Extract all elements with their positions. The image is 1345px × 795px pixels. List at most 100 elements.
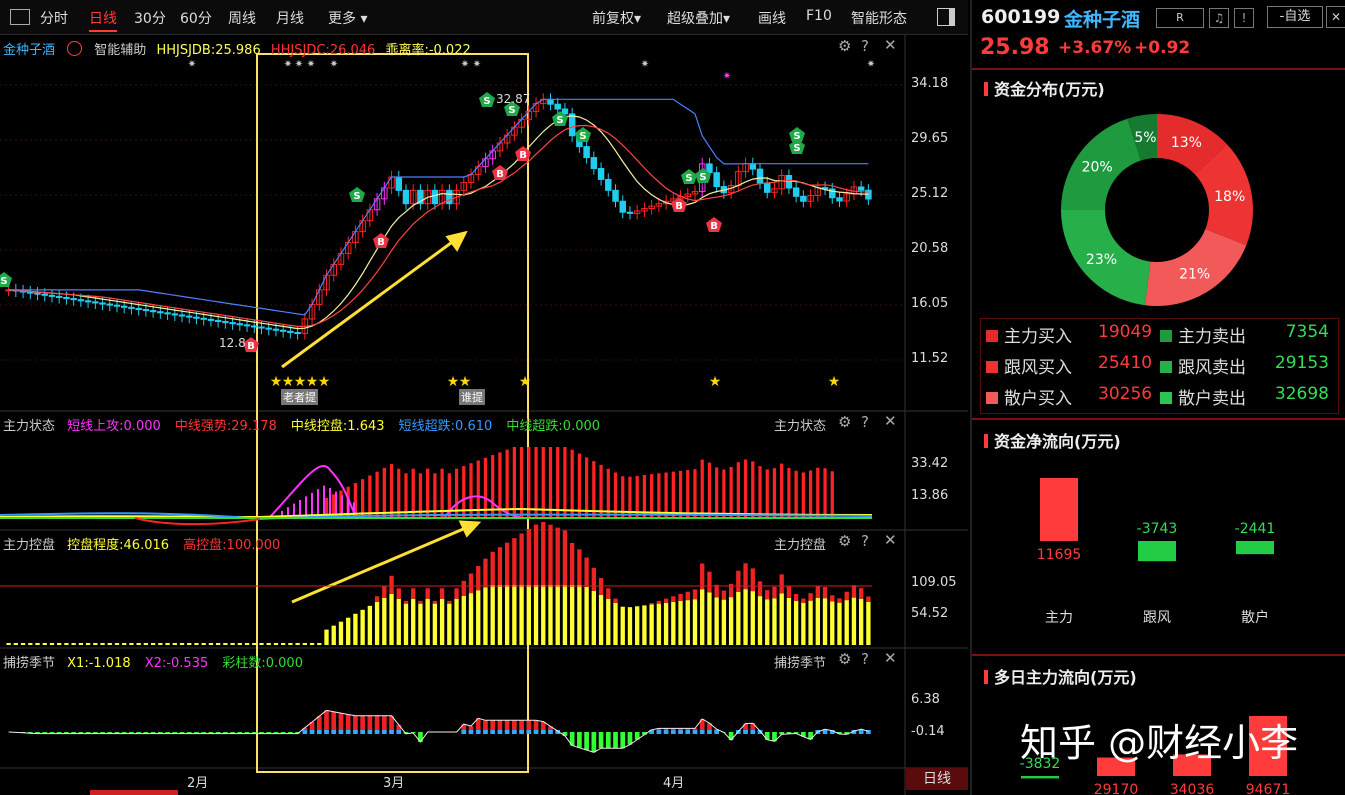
tab-30min[interactable]: 30分 — [134, 8, 166, 28]
buy-label: 散户买入 — [986, 384, 1072, 409]
close-icon[interactable]: ✕ — [884, 531, 897, 549]
candle-body — [763, 182, 771, 193]
candle-body — [287, 330, 294, 333]
draw-button[interactable]: 画线 — [758, 8, 786, 28]
candle-body — [446, 189, 453, 205]
candle-body — [590, 157, 598, 169]
panel2-header: 主力状态 短线上攻:0.000 中线强势:29.178 中线控盘:1.643 短… — [3, 415, 610, 434]
tab-monthly[interactable]: 月线 — [276, 8, 304, 28]
smart-pattern-button[interactable]: 智能形态 — [851, 8, 907, 28]
y-tick: 20.58 — [911, 241, 949, 256]
sidebar-toggle-icon[interactable] — [937, 8, 955, 26]
buy-label: 跟风买入 — [986, 353, 1072, 378]
candle-body — [395, 176, 403, 191]
help-icon[interactable]: ? — [861, 532, 869, 550]
y-tick: 11.52 — [911, 351, 949, 366]
bell-icon[interactable]: ♫ — [1209, 8, 1229, 28]
candle-body — [70, 298, 77, 301]
candle-body — [63, 297, 70, 300]
candle-body — [265, 327, 272, 330]
close-icon[interactable]: ✕ — [884, 36, 897, 54]
candle-body — [626, 211, 634, 214]
donut-slice-label: 23% — [1086, 252, 1117, 268]
panel-fishing-season — [8, 709, 871, 753]
tab-60min[interactable]: 60分 — [180, 8, 212, 28]
change-amount: +0.92 — [1134, 38, 1191, 58]
period-badge[interactable]: 日线 — [906, 768, 968, 790]
tab-daily[interactable]: 日线 — [89, 8, 117, 32]
star-icon: ★ — [447, 374, 460, 390]
tab-intraday[interactable]: 分时 — [40, 8, 68, 28]
candle-body — [756, 168, 764, 184]
settings-icon[interactable]: ⚙ — [838, 37, 851, 55]
sell-value: 29153 — [1274, 353, 1329, 373]
candle-body — [554, 103, 561, 110]
svg-text:S: S — [579, 131, 586, 142]
star-icon: ★ — [519, 374, 532, 390]
sell-label: 散户卖出 — [1160, 384, 1246, 409]
layout-icon[interactable] — [10, 9, 30, 25]
candle-body — [279, 329, 287, 332]
sell-label: 跟风卖出 — [1160, 353, 1246, 378]
close-icon[interactable]: ✕ — [884, 412, 897, 430]
alert-icon[interactable]: ! — [1234, 8, 1254, 28]
candle-body — [229, 322, 236, 325]
candle-body — [193, 316, 200, 319]
divider — [972, 654, 1345, 656]
deviation-value: 乖离率:-0.022 — [385, 43, 471, 58]
dropdown-circle-icon[interactable] — [67, 41, 83, 56]
sell-signal-icon: S — [349, 187, 365, 202]
panel2-title: 主力状态 — [3, 419, 56, 434]
multi-day-value: 34036 — [1170, 782, 1215, 795]
y-tick: 16.05 — [911, 296, 949, 311]
adjust-label: 前复权 — [592, 11, 634, 27]
adjust-dropdown[interactable]: 前复权▾ — [592, 8, 641, 28]
close-icon[interactable]: ✕ — [1326, 6, 1345, 28]
signal-dot-icon: ✷ — [284, 59, 292, 70]
net-flow-bar — [1040, 478, 1078, 541]
net-flow-category: 跟风 — [1143, 610, 1171, 626]
tab-more-label: 更多 — [328, 11, 356, 27]
signal-dot-icon: ✷ — [461, 59, 469, 70]
candle-body — [568, 113, 576, 137]
signal-tag: 老者提 — [281, 389, 318, 405]
candle-body — [583, 146, 590, 159]
trend-arrow-main — [281, 230, 468, 369]
star-icon: ★ — [282, 374, 295, 390]
net-flow-chart: 11695 主力 -3743 跟风 -2441 散户 — [1037, 478, 1275, 626]
r-badge[interactable]: R — [1156, 8, 1204, 28]
hhjsjdb-value: HHJSJDB:25.986 — [156, 43, 261, 58]
settings-icon[interactable]: ⚙ — [838, 650, 851, 668]
scroll-thumb[interactable] — [90, 790, 178, 795]
fund-distribution-donut: 13% 18% 21% 23% 20% 5% — [1061, 114, 1253, 306]
overlay-dropdown[interactable]: 超级叠加▾ — [667, 8, 730, 28]
svg-text:B: B — [519, 150, 527, 161]
settings-icon[interactable]: ⚙ — [838, 532, 851, 550]
quote-side-panel: 600199 金种子酒 R ♫ ! -自选 ✕ 25.98 +3.67% +0.… — [970, 0, 1345, 795]
star-icon: ★ — [709, 374, 722, 390]
close-icon[interactable]: ✕ — [884, 649, 897, 667]
candle-body — [785, 175, 793, 189]
help-icon[interactable]: ? — [861, 413, 869, 431]
add-watchlist-button[interactable]: -自选 — [1267, 6, 1323, 28]
svg-text:B: B — [675, 201, 683, 212]
tab-more[interactable]: 更多 ▾ — [328, 8, 367, 28]
svg-text:S: S — [793, 143, 800, 154]
donut-slice-label: 5% — [1134, 130, 1156, 146]
help-icon[interactable]: ? — [861, 37, 869, 55]
candle-body — [612, 189, 619, 202]
buy-label: 主力买入 — [986, 322, 1072, 347]
caret-down-icon: ▾ — [634, 11, 642, 27]
panel2-item: 短线超跌:0.610 — [398, 419, 493, 434]
ma-line-red — [8, 124, 869, 327]
settings-icon[interactable]: ⚙ — [838, 413, 851, 431]
candle-body — [431, 189, 439, 205]
candle-body — [120, 305, 128, 308]
panel3-item: 控盘程度:46.016 — [67, 538, 170, 553]
buy-value: 30256 — [1098, 384, 1153, 404]
donut-slice-label: 18% — [1214, 189, 1245, 205]
tab-weekly[interactable]: 周线 — [228, 8, 256, 28]
f10-button[interactable]: F10 — [806, 8, 832, 24]
candle-body — [171, 313, 179, 316]
help-icon[interactable]: ? — [861, 650, 869, 668]
